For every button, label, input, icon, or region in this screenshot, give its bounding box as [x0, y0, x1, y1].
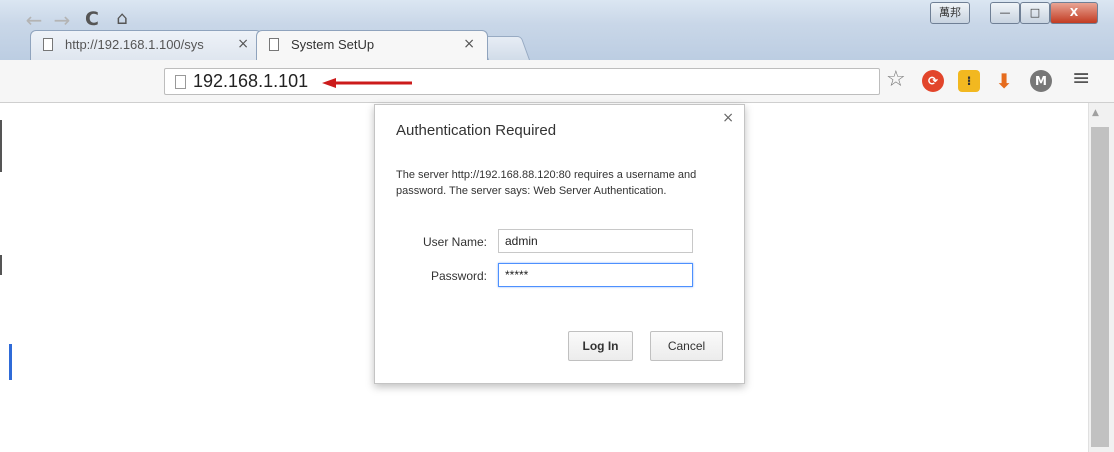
login-button[interactable]: Log In: [568, 331, 633, 361]
tab-title: System SetUp: [291, 37, 375, 52]
dialog-title: Authentication Required: [396, 122, 557, 139]
extension-m-icon[interactable]: M: [1030, 70, 1052, 92]
extension-red-icon[interactable]: ⟳: [922, 70, 944, 92]
tab-close-icon[interactable]: ×: [237, 36, 249, 52]
back-arrow-icon[interactable]: ←: [22, 8, 46, 32]
auth-dialog: Authentication Required × The server htt…: [374, 104, 745, 384]
window-edge-shadow: [0, 120, 2, 172]
arrow-shape: [322, 78, 412, 88]
tab-inactive[interactable]: http://192.168.1.100/sys ×: [30, 30, 262, 60]
minimize-button[interactable]: —: [990, 2, 1020, 24]
maximize-button[interactable]: □: [1020, 2, 1050, 24]
username-field[interactable]: [498, 229, 693, 253]
reload-icon[interactable]: C: [80, 8, 104, 30]
dialog-message: The server http://192.168.88.120:80 requ…: [396, 169, 697, 197]
tab-active[interactable]: System SetUp ×: [256, 30, 488, 60]
url-text: 192.168.1.101: [193, 71, 309, 91]
cancel-button[interactable]: Cancel: [650, 331, 723, 361]
bookmark-star-icon[interactable]: ☆: [886, 67, 906, 92]
window-edge-highlight: [9, 344, 12, 380]
password-label: Password:: [430, 269, 487, 283]
red-arrow-annotation: [322, 78, 412, 88]
tab-close-icon[interactable]: ×: [463, 36, 475, 52]
page-icon: [43, 38, 53, 51]
tab-title: http://192.168.1.100/sys: [65, 37, 204, 52]
password-field[interactable]: [498, 263, 693, 287]
forward-arrow-icon[interactable]: →: [50, 8, 74, 32]
address-bar[interactable]: 192.168.1.101: [164, 68, 880, 95]
window-close-button[interactable]: X: [1050, 2, 1098, 24]
dialog-close-icon[interactable]: ×: [722, 110, 734, 126]
scroll-up-icon[interactable]: ▲: [1092, 108, 1099, 118]
page-icon: [175, 75, 186, 89]
home-icon[interactable]: ⌂: [110, 8, 134, 29]
username-label: User Name:: [422, 235, 487, 249]
download-arrow-icon[interactable]: ⬇: [993, 70, 1015, 92]
ime-indicator[interactable]: 萬邦: [930, 2, 970, 24]
page-icon: [269, 38, 279, 51]
window-edge-shadow: [0, 255, 2, 275]
extension-yellow-icon[interactable]: ⁝: [958, 70, 980, 92]
menu-icon[interactable]: ≡: [1072, 66, 1090, 91]
scrollbar-thumb[interactable]: [1091, 127, 1109, 447]
